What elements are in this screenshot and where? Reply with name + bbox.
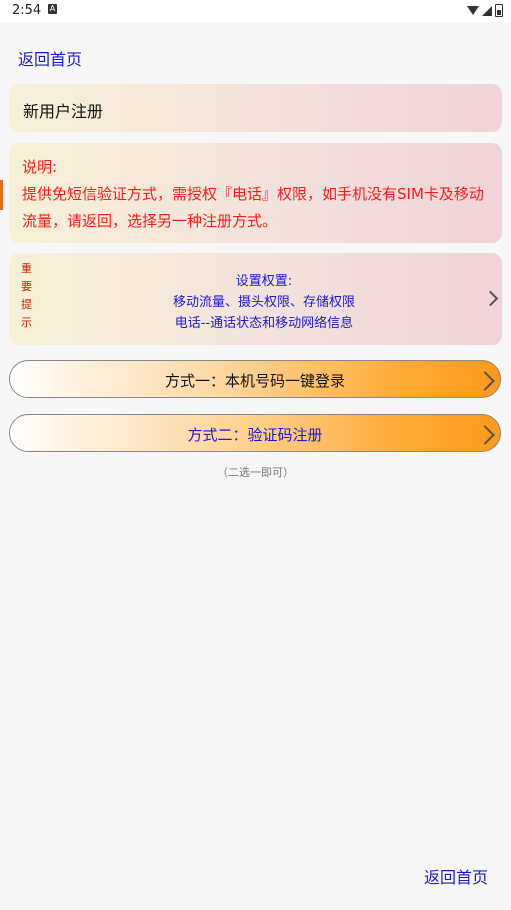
edge-accent: [0, 180, 3, 210]
sms-code-register-button[interactable]: 方式二：验证码注册: [9, 414, 501, 452]
permission-card[interactable]: 重 要 提 示 设置权置: 移动流量、摄头权限、存储权限 电话--通话状态和移动…: [9, 253, 502, 345]
permission-line-2: 电话--通话状态和移动网络信息: [174, 316, 354, 331]
battery-icon: [495, 4, 503, 17]
back-home-link-bottom[interactable]: 返回首页: [424, 864, 488, 888]
notification-icon: A: [48, 4, 57, 14]
permission-title: 设置权置:: [235, 274, 293, 289]
sms-code-register-label: 方式二：验证码注册: [187, 426, 323, 444]
permission-line-1: 移动流量、摄头权限、存储权限: [172, 295, 355, 310]
status-bar: 2:54 A: [0, 0, 511, 22]
register-title-card: 新用户注册: [9, 84, 502, 132]
permission-text: 设置权置: 移动流量、摄头权限、存储权限 电话--通话状态和移动网络信息: [89, 271, 439, 334]
one-click-login-button[interactable]: 方式一：本机号码一键登录: [9, 360, 501, 398]
one-click-login-label: 方式一：本机号码一键登录: [164, 372, 345, 390]
status-time: 2:54: [12, 3, 42, 18]
note-body: 提供免短信验证方式，需授权『电话』权限，如手机没有SIM卡及移动流量，请返回，选…: [22, 185, 484, 230]
note-heading: 说明:: [22, 158, 58, 176]
chevron-right-icon: [482, 290, 499, 307]
signal-icon: [482, 5, 492, 16]
choose-one-hint: （二选一即可）: [217, 466, 294, 479]
status-icons: [467, 4, 503, 17]
register-title: 新用户注册: [23, 102, 104, 121]
back-home-link-top[interactable]: 返回首页: [18, 46, 82, 70]
note-card: 说明: 提供免短信验证方式，需授权『电话』权限，如手机没有SIM卡及移动流量，请…: [9, 143, 502, 243]
wifi-icon: [467, 6, 479, 15]
important-tip-label: 重 要 提 示: [21, 262, 32, 329]
